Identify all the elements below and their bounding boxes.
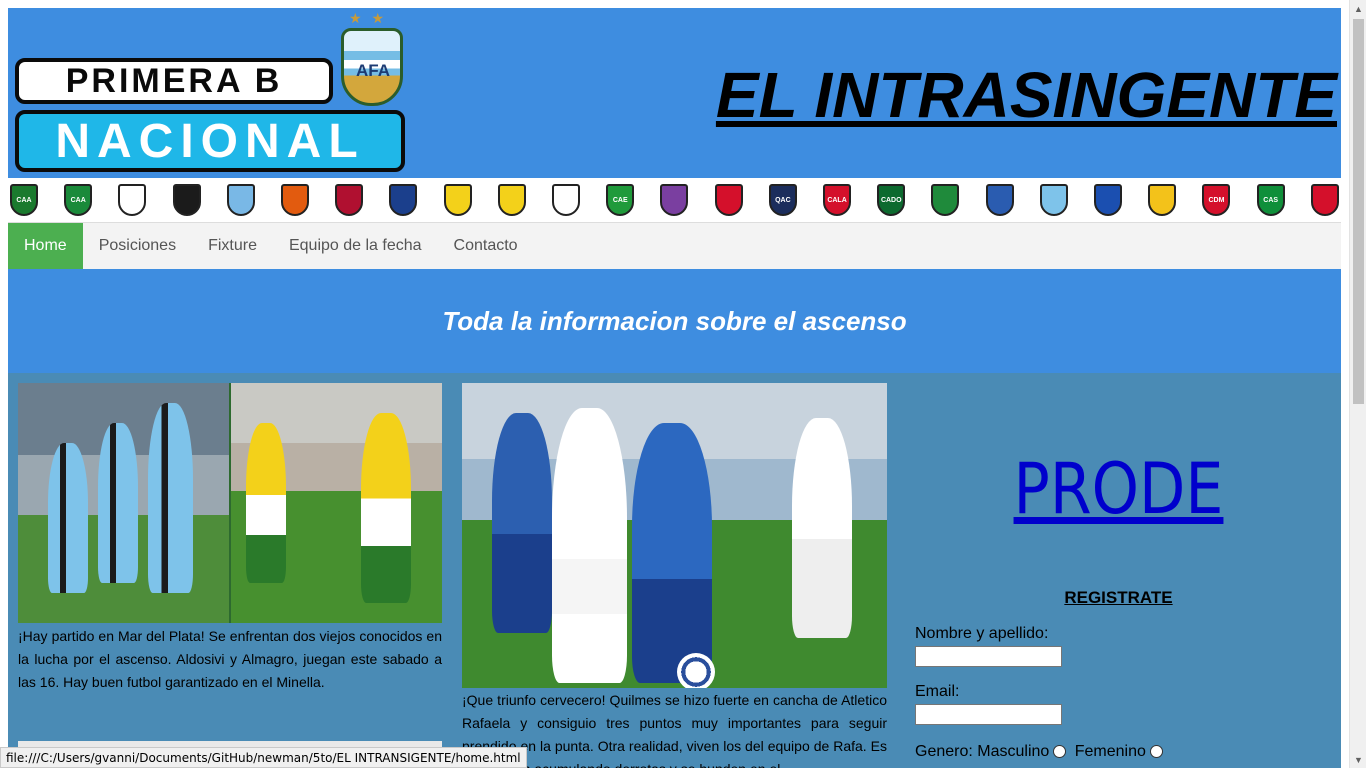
male-radio[interactable] <box>1053 745 1067 759</box>
primera-b-nacional-logo[interactable]: ★★ AFA PRIMERA B NACIONAL <box>13 10 408 172</box>
club-crest-icon[interactable] <box>118 184 147 216</box>
almagro-players-image <box>231 383 442 623</box>
article-1-text: ¡Hay partido en Mar del Plata! Se enfren… <box>18 628 442 690</box>
club-crest-icon[interactable] <box>660 184 689 216</box>
status-bar-url: file:///C:/Users/gvanni/Documents/GitHub… <box>0 747 527 768</box>
club-crests-bar: CAA CAA CAE QAC CALA CADO CDM CAS <box>8 178 1341 222</box>
club-crest-icon[interactable] <box>552 184 581 216</box>
nav-item-posiciones[interactable]: Posiciones <box>83 223 192 269</box>
site-header: ★★ AFA PRIMERA B NACIONAL EL INTRASINGEN… <box>8 8 1341 178</box>
tagline-banner: Toda la informacion sobre el ascenso <box>8 269 1341 373</box>
club-crest-icon[interactable]: CADO <box>877 184 906 216</box>
afa-badge-icon: AFA <box>341 28 403 106</box>
logo-line-2: NACIONAL <box>15 110 405 172</box>
nav-item-contacto[interactable]: Contacto <box>438 223 534 269</box>
club-crest-icon[interactable] <box>281 184 310 216</box>
logo-line-1: PRIMERA B <box>15 58 333 104</box>
club-crest-icon[interactable]: QAC <box>768 184 797 216</box>
vertical-scrollbar[interactable]: ▲ ▼ <box>1349 0 1366 768</box>
article-column-1: ¡Hay partido en Mar del Plata! Se enfren… <box>18 383 442 768</box>
article-photo-aldosivi-almagro[interactable] <box>18 383 442 623</box>
club-crest-icon[interactable] <box>1310 184 1339 216</box>
female-radio[interactable] <box>1149 745 1163 759</box>
club-crest-icon[interactable] <box>389 184 418 216</box>
club-crest-icon[interactable] <box>335 184 364 216</box>
club-crest-icon[interactable] <box>1094 184 1123 216</box>
aldosivi-players-image <box>18 383 229 623</box>
prode-link[interactable]: PRODE <box>936 448 1302 530</box>
tagline: Toda la informacion sobre el ascenso <box>442 305 907 336</box>
afa-badge-label: AFA <box>356 61 390 80</box>
browser-viewport: ★★ AFA PRIMERA B NACIONAL EL INTRASINGEN… <box>0 0 1349 768</box>
site-title[interactable]: EL INTRASINGENTE <box>716 58 1337 132</box>
club-crest-icon[interactable]: CALA <box>823 184 852 216</box>
scrollbar-thumb[interactable] <box>1353 19 1364 404</box>
female-label: Femenino <box>1074 743 1146 760</box>
club-crest-icon[interactable]: CAE <box>606 184 635 216</box>
nav-item-equipo-de-la-fecha[interactable]: Equipo de la fecha <box>273 223 438 269</box>
email-input[interactable] <box>915 704 1062 725</box>
page: ★★ AFA PRIMERA B NACIONAL EL INTRASINGEN… <box>8 8 1341 768</box>
club-crest-icon[interactable] <box>1039 184 1068 216</box>
nav-item-fixture[interactable]: Fixture <box>192 223 273 269</box>
gender-row: Genero: Masculino Femenino <box>915 743 1167 761</box>
club-crest-icon[interactable] <box>931 184 960 216</box>
article-column-2: ¡Que triunfo cervecero! Quilmes se hizo … <box>462 383 887 768</box>
scroll-up-icon[interactable]: ▲ <box>1350 0 1366 17</box>
club-crest-icon[interactable]: CAA <box>64 184 93 216</box>
club-crest-icon[interactable] <box>497 184 526 216</box>
main-navbar: Home Posiciones Fixture Equipo de la fecha C… <box>8 222 1341 269</box>
name-input[interactable] <box>915 646 1062 667</box>
club-crest-icon[interactable]: CDM <box>1202 184 1231 216</box>
nav-item-home[interactable]: Home <box>8 223 83 269</box>
club-crest-icon[interactable] <box>226 184 255 216</box>
club-crest-icon[interactable] <box>172 184 201 216</box>
club-crest-icon[interactable] <box>714 184 743 216</box>
register-heading: REGISTRATE <box>1064 588 1173 607</box>
club-crest-icon[interactable] <box>985 184 1014 216</box>
club-crest-icon[interactable] <box>443 184 472 216</box>
male-label: Masculino <box>977 743 1050 760</box>
scroll-down-icon[interactable]: ▼ <box>1350 751 1366 768</box>
club-crest-icon[interactable]: CAA <box>10 184 38 216</box>
club-crest-icon[interactable]: CAS <box>1256 184 1285 216</box>
club-crest-icon[interactable] <box>1148 184 1177 216</box>
email-label: Email: <box>915 683 960 700</box>
gender-label: Genero: <box>915 743 973 760</box>
article-photo-quilmes-rafaela[interactable] <box>462 383 887 688</box>
name-label: Nombre y apellido: <box>915 625 1049 642</box>
logo-stars-icon: ★★ <box>349 10 395 26</box>
main-content: ¡Hay partido en Mar del Plata! Se enfren… <box>8 373 1341 768</box>
